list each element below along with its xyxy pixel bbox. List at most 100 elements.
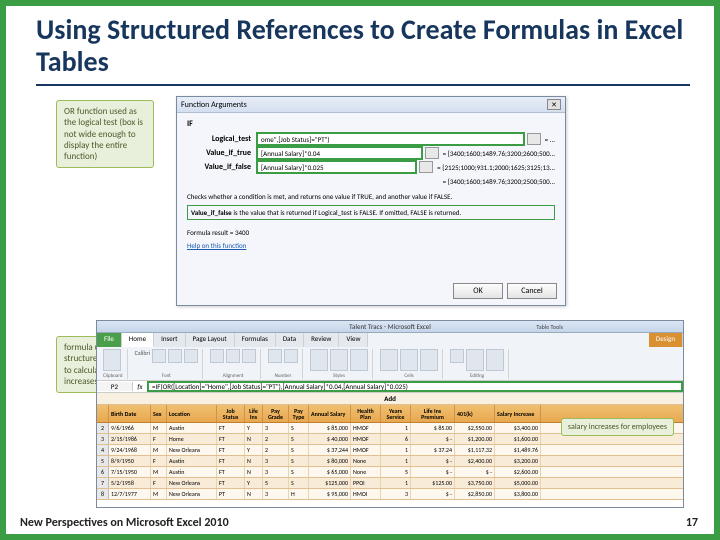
- paste-icon[interactable]: [103, 349, 121, 371]
- cell[interactable]: $3,750.00: [455, 478, 495, 488]
- align-left-icon[interactable]: [210, 349, 224, 363]
- cell[interactable]: $ -: [411, 489, 455, 499]
- collapse-icon[interactable]: [419, 161, 433, 173]
- cell[interactable]: FT: [217, 434, 245, 444]
- currency-icon[interactable]: [268, 349, 282, 363]
- cell[interactable]: 3: [263, 467, 289, 477]
- cell[interactable]: M: [151, 445, 167, 455]
- sort-filter-icon[interactable]: [466, 349, 484, 371]
- tab-data[interactable]: Data: [276, 333, 304, 347]
- cell[interactable]: 1: [381, 456, 411, 466]
- cell[interactable]: M: [151, 489, 167, 499]
- autosum-icon[interactable]: [450, 349, 464, 363]
- cell[interactable]: 5/2/1958: [109, 478, 151, 488]
- cell[interactable]: $ 80,000: [309, 456, 351, 466]
- cell[interactable]: M: [151, 467, 167, 477]
- cell[interactable]: S: [289, 423, 309, 433]
- cell[interactable]: 9/24/1968: [109, 445, 151, 455]
- font-name[interactable]: Calibri: [135, 349, 150, 363]
- cell[interactable]: 5: [263, 478, 289, 488]
- bold-icon[interactable]: [152, 349, 166, 363]
- cell[interactable]: $125,000: [309, 478, 351, 488]
- cell[interactable]: None: [351, 467, 381, 477]
- cell-styles-icon[interactable]: [350, 349, 368, 371]
- cell[interactable]: New Orleans: [167, 489, 217, 499]
- insert-icon[interactable]: [380, 349, 398, 371]
- cell[interactable]: $2,400.00: [455, 456, 495, 466]
- fx-icon[interactable]: fx: [133, 382, 147, 391]
- cell[interactable]: F: [151, 434, 167, 444]
- cell[interactable]: $2,550.00: [455, 423, 495, 433]
- cell[interactable]: $ 85.00: [411, 423, 455, 433]
- cell[interactable]: 6: [381, 434, 411, 444]
- value-if-true-input[interactable]: [Annual Salary]*0.04: [257, 147, 422, 159]
- cell[interactable]: $ 37,244: [309, 445, 351, 455]
- cell[interactable]: Y: [245, 445, 263, 455]
- table-row[interactable]: 812/7/1977MNew OrleansPTN3H$ 95,000HMOI3…: [97, 489, 683, 500]
- align-center-icon[interactable]: [226, 349, 240, 363]
- cell[interactable]: HMOF: [351, 445, 381, 455]
- cell[interactable]: 3: [381, 489, 411, 499]
- cell[interactable]: 8/9/1950: [109, 456, 151, 466]
- column-header[interactable]: Years Service: [381, 405, 411, 422]
- table-row[interactable]: 58/9/1950FAustinFTN3S$ 80,000None1$ -$2,…: [97, 456, 683, 467]
- close-icon[interactable]: ✕: [547, 99, 561, 110]
- cell[interactable]: S: [289, 434, 309, 444]
- value-if-false-input[interactable]: [Annual Salary]*0.025: [257, 161, 416, 173]
- cell[interactable]: 3: [263, 456, 289, 466]
- cell[interactable]: Austin: [167, 456, 217, 466]
- cell[interactable]: S: [289, 445, 309, 455]
- cell[interactable]: New Orleans: [167, 445, 217, 455]
- help-link[interactable]: Help on this function: [187, 241, 246, 250]
- cell[interactable]: N: [245, 434, 263, 444]
- cell[interactable]: 2: [263, 445, 289, 455]
- cell[interactable]: $ -: [411, 467, 455, 477]
- name-box[interactable]: P2: [97, 382, 133, 391]
- conditional-format-icon[interactable]: [310, 349, 328, 371]
- formula-input[interactable]: =IF(OR([Location]="Home",[Job Status]="P…: [147, 381, 683, 392]
- cell[interactable]: F: [151, 478, 167, 488]
- cell[interactable]: $2,850.00: [455, 489, 495, 499]
- cell[interactable]: N: [245, 456, 263, 466]
- cell[interactable]: $ 40,000: [309, 434, 351, 444]
- tab-file[interactable]: File: [97, 333, 122, 347]
- cell[interactable]: $1,200.00: [455, 434, 495, 444]
- cell[interactable]: FT: [217, 456, 245, 466]
- cell[interactable]: N: [245, 489, 263, 499]
- cell[interactable]: 3: [263, 489, 289, 499]
- cell[interactable]: 5: [381, 467, 411, 477]
- cell[interactable]: 2/15/1986: [109, 434, 151, 444]
- cell[interactable]: HMOF: [351, 423, 381, 433]
- cell[interactable]: $ 65,000: [309, 467, 351, 477]
- cell[interactable]: $1,489.76: [495, 445, 541, 455]
- format-icon[interactable]: [420, 349, 438, 371]
- column-header[interactable]: Life Ins Premium: [411, 405, 455, 422]
- cell[interactable]: S: [289, 467, 309, 477]
- column-header[interactable]: Pay Grade: [263, 405, 289, 422]
- cell[interactable]: M: [151, 423, 167, 433]
- cell[interactable]: 9/6/1966: [109, 423, 151, 433]
- tab-home[interactable]: Home: [122, 333, 154, 347]
- column-header[interactable]: Annual Salary: [309, 405, 351, 422]
- tab-insert[interactable]: Insert: [154, 333, 185, 347]
- cell[interactable]: $ -: [455, 467, 495, 477]
- cell[interactable]: 2: [263, 434, 289, 444]
- cell[interactable]: PT: [217, 489, 245, 499]
- cell[interactable]: 7/15/1950: [109, 467, 151, 477]
- cell[interactable]: FT: [217, 467, 245, 477]
- cell[interactable]: None: [351, 456, 381, 466]
- cell[interactable]: $ -: [411, 456, 455, 466]
- cell[interactable]: Y: [245, 478, 263, 488]
- tab-review[interactable]: Review: [304, 333, 339, 347]
- underline-icon[interactable]: [184, 349, 198, 363]
- column-header[interactable]: 401(k): [455, 405, 495, 422]
- cell[interactable]: F: [151, 456, 167, 466]
- collapse-icon[interactable]: [527, 133, 541, 145]
- cell[interactable]: Home: [167, 434, 217, 444]
- tab-design[interactable]: Design: [649, 333, 683, 347]
- cell[interactable]: N: [245, 467, 263, 477]
- cell[interactable]: 1: [381, 478, 411, 488]
- cell[interactable]: HMOI: [351, 489, 381, 499]
- align-right-icon[interactable]: [242, 349, 256, 363]
- cell[interactable]: PPOI: [351, 478, 381, 488]
